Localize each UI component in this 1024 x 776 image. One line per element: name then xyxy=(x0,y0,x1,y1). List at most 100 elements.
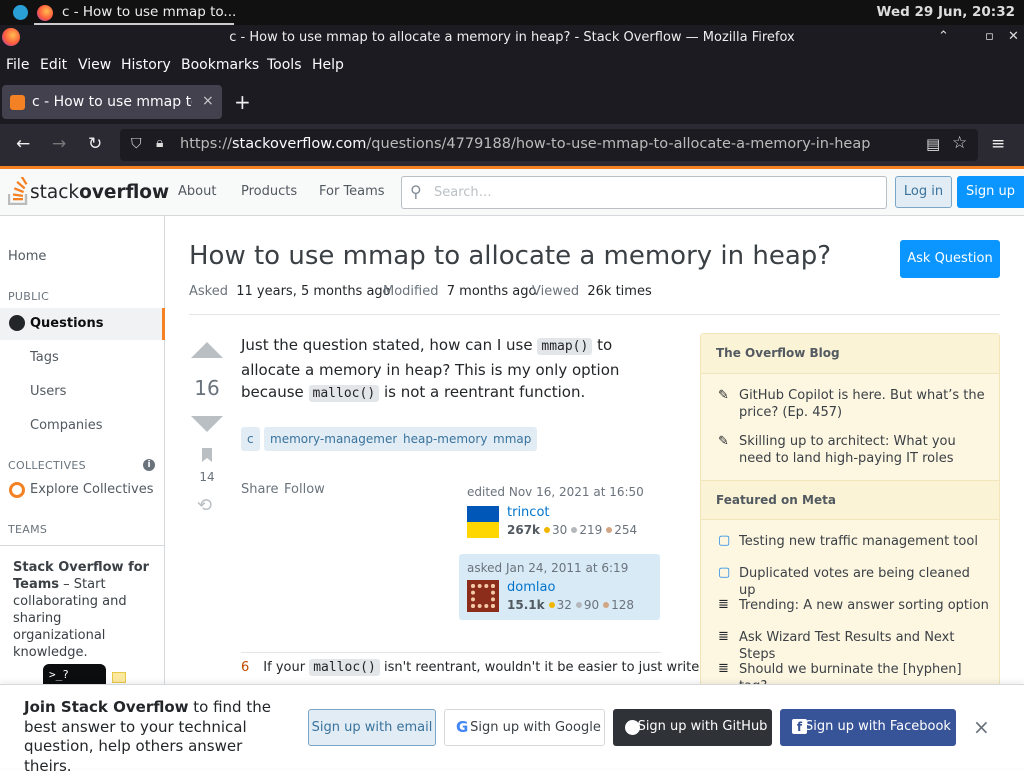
os-taskbar-title[interactable]: c - How to use mmap to... xyxy=(62,4,236,20)
hamburger-menu-icon[interactable]: ≡ xyxy=(991,134,1005,154)
pencil-icon: ✎ xyxy=(718,388,729,403)
menu-bar: File Edit View History Bookmarks Tools H… xyxy=(0,50,1024,80)
question-body: Just the question stated, how can I use … xyxy=(241,336,620,402)
reload-icon[interactable]: ↻ xyxy=(88,134,102,154)
collectives-icon xyxy=(9,482,25,498)
tag-mmap[interactable]: mmap xyxy=(487,427,538,451)
so-logo-icon xyxy=(7,175,28,206)
url-bar[interactable]: ⛉ 🔒︎ https://stackoverflow.com/questions… xyxy=(120,129,978,161)
bookmark-icon[interactable] xyxy=(201,447,213,463)
signup-banner: Join Stack Overflow to find the best ans… xyxy=(0,684,1024,775)
url-text[interactable]: https://stackoverflow.com/questions/4779… xyxy=(180,136,870,152)
comment: 6 If your malloc() isn't reentrant, would… xyxy=(241,659,700,676)
nav-tags[interactable]: Tags xyxy=(30,350,59,365)
menu-history[interactable]: History xyxy=(121,57,171,73)
signup-facebook-button[interactable]: f Sign up with Facebook xyxy=(780,709,956,746)
asker-card: asked Jan 24, 2011 at 6:19 domlao 15.1k 3… xyxy=(459,554,660,620)
menu-tools[interactable]: Tools xyxy=(267,57,302,73)
signup-google-button[interactable]: G Sign up with Google xyxy=(444,709,605,746)
nav-products[interactable]: Products xyxy=(241,184,297,199)
asked-meta: Asked 11 years, 5 months ago xyxy=(189,284,391,299)
firefox-icon[interactable] xyxy=(37,5,53,21)
meta-header: Featured on Meta xyxy=(701,480,999,520)
upvote-icon[interactable] xyxy=(191,342,223,358)
lock-icon[interactable]: 🔒︎ xyxy=(156,135,163,151)
signup-github-button[interactable]: Sign up with GitHub xyxy=(613,709,772,746)
google-icon: G xyxy=(456,718,469,736)
menu-help[interactable]: Help xyxy=(312,57,344,73)
menu-bookmarks[interactable]: Bookmarks xyxy=(181,57,259,73)
close-window-icon[interactable]: ✕ xyxy=(1008,29,1019,44)
section-collectives: COLLECTIVES xyxy=(8,459,86,472)
asker-name[interactable]: domlao xyxy=(507,580,555,595)
downvote-icon[interactable] xyxy=(191,416,223,432)
login-button[interactable]: Log in xyxy=(895,176,952,208)
pencil-icon: ✎ xyxy=(718,434,729,449)
os-clock[interactable]: Wed 29 Jun, 20:32 xyxy=(877,4,1015,20)
comment-score: 6 xyxy=(241,660,250,675)
nav-companies[interactable]: Companies xyxy=(30,418,103,433)
navigation-toolbar: ← → ↻ ⛉ 🔒︎ https://stackoverflow.com/que… xyxy=(0,124,1024,166)
speech-bubble-icon: ▢ xyxy=(718,533,731,548)
back-icon[interactable]: ← xyxy=(16,134,30,154)
new-tab-icon[interactable]: + xyxy=(234,90,251,114)
minimize-icon[interactable]: ⌃ xyxy=(938,29,949,44)
shield-icon[interactable]: ⛉ xyxy=(131,136,142,152)
search-input[interactable]: ⚲ Search… xyxy=(401,176,887,209)
speech-bubble-icon: ▢ xyxy=(718,565,731,580)
edited-timestamp[interactable]: edited Nov 16, 2021 at 16:50 xyxy=(467,485,644,499)
editor-name[interactable]: trincot xyxy=(507,505,550,520)
nav-about[interactable]: About xyxy=(178,184,216,199)
nav-users[interactable]: Users xyxy=(30,384,66,399)
nav-questions[interactable]: Questions xyxy=(0,308,165,340)
tag-heap-memory[interactable]: heap-memory xyxy=(397,427,494,451)
reader-view-icon[interactable]: ▤ xyxy=(926,135,940,153)
tab-close-icon[interactable]: × xyxy=(202,93,214,109)
banner-close-icon[interactable]: × xyxy=(973,715,990,739)
menu-view[interactable]: View xyxy=(78,57,111,73)
nav-home[interactable]: Home xyxy=(8,249,46,264)
meta-item[interactable]: Testing new traffic management tool xyxy=(739,533,989,550)
facebook-icon: f xyxy=(792,719,807,734)
tag-memory-management[interactable]: memory-management xyxy=(264,427,411,451)
inline-code: mmap() xyxy=(537,338,593,355)
forward-icon[interactable]: → xyxy=(52,134,66,154)
blog-header: The Overflow Blog xyxy=(701,334,999,374)
nav-explore-collectives[interactable]: Explore Collectives xyxy=(30,482,154,497)
nav-for-teams[interactable]: For Teams xyxy=(319,184,385,199)
teams-note-icon xyxy=(112,672,126,683)
history-icon[interactable]: ⟲ xyxy=(197,495,212,516)
search-icon: ⚲ xyxy=(410,182,422,201)
tag-c[interactable]: c xyxy=(241,427,260,451)
section-teams: TEAMS xyxy=(8,523,48,536)
info-icon[interactable]: i xyxy=(143,459,155,471)
os-logo-icon[interactable] xyxy=(13,5,28,20)
globe-icon xyxy=(9,315,25,331)
meta-item[interactable]: Ask Wizard Test Results and Next Steps xyxy=(739,629,989,663)
blog-item[interactable]: Skilling up to architect: What you need … xyxy=(739,433,989,467)
share-link[interactable]: Share xyxy=(241,482,279,497)
ask-question-button[interactable]: Ask Question xyxy=(900,240,1000,278)
title-divider xyxy=(189,314,1000,315)
meta-item[interactable]: Duplicated votes are being cleaned up xyxy=(739,565,989,599)
teams-promo-text: Stack Overflow for Teams – Start collabo… xyxy=(13,560,150,660)
signup-button[interactable]: Sign up xyxy=(957,176,1024,208)
tab-active[interactable]: c - How to use mmap to × xyxy=(2,85,222,119)
bookmark-star-icon[interactable]: ☆ xyxy=(952,133,967,153)
follow-link[interactable]: Follow xyxy=(284,482,325,497)
search-placeholder: Search… xyxy=(434,185,492,200)
question-title[interactable]: How to use mmap to allocate a memory in … xyxy=(189,241,831,271)
stackoverflow-favicon-icon xyxy=(10,95,25,110)
stack-icon: ≣ xyxy=(718,597,729,612)
asker-avatar[interactable] xyxy=(467,580,499,612)
signup-email-button[interactable]: Sign up with email xyxy=(308,709,436,746)
section-public: PUBLIC xyxy=(8,290,50,303)
maximize-icon[interactable]: ▫ xyxy=(985,29,994,44)
menu-file[interactable]: File xyxy=(6,57,29,73)
meta-item[interactable]: Trending: A new answer sorting option xyxy=(739,597,989,614)
editor-reputation: 267k 30 219 254 xyxy=(507,523,638,537)
editor-avatar[interactable] xyxy=(467,506,499,538)
menu-edit[interactable]: Edit xyxy=(40,57,67,73)
so-logo[interactable]: stackoverflow xyxy=(7,175,169,206)
blog-item[interactable]: GitHub Copilot is here. But what’s the p… xyxy=(739,387,989,421)
